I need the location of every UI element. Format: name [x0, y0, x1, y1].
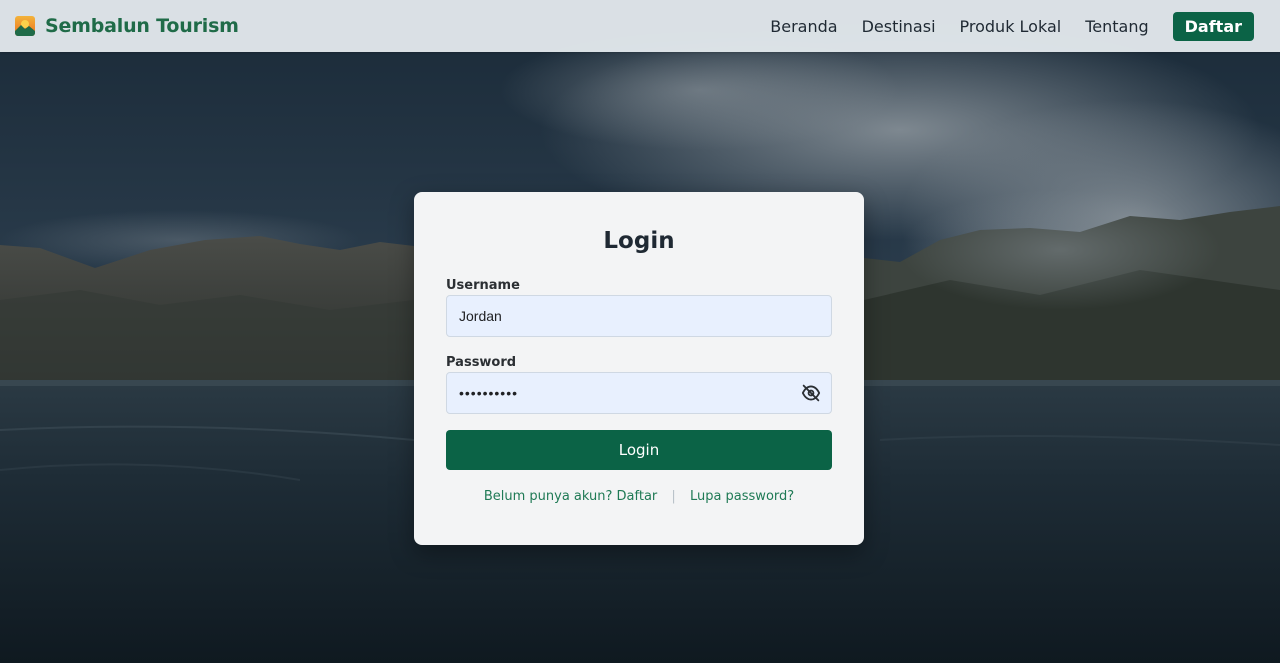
username-label: Username: [446, 278, 520, 293]
register-link[interactable]: Belum punya akun? Daftar: [484, 489, 657, 504]
login-title: Login: [603, 228, 675, 254]
nav-link-destinasi[interactable]: Destinasi: [862, 17, 936, 36]
link-separator: |: [671, 489, 676, 504]
brand-name: Sembalun Tourism: [45, 15, 239, 37]
landscape-logo-icon: [15, 16, 35, 36]
forgot-password-link[interactable]: Lupa password?: [690, 489, 794, 504]
password-field-wrap: [446, 372, 832, 414]
login-card: Login Username Password Login Belum puny…: [414, 192, 864, 545]
register-button[interactable]: Daftar: [1172, 11, 1254, 41]
eye-off-icon[interactable]: [800, 383, 822, 403]
top-navbar: Sembalun Tourism Beranda Destinasi Produ…: [0, 0, 1280, 52]
auth-links-row: Belum punya akun? Daftar | Lupa password…: [446, 489, 832, 504]
username-input[interactable]: [446, 295, 832, 337]
nav-link-tentang[interactable]: Tentang: [1085, 17, 1148, 36]
username-field-wrap: [446, 295, 832, 337]
password-input[interactable]: [446, 372, 832, 414]
password-label: Password: [446, 355, 517, 370]
nav-link-beranda[interactable]: Beranda: [770, 17, 837, 36]
nav-links: Beranda Destinasi Produk Lokal Tentang D…: [770, 11, 1254, 41]
nav-link-produk-lokal[interactable]: Produk Lokal: [960, 17, 1062, 36]
brand-home-link[interactable]: Sembalun Tourism: [15, 15, 239, 37]
login-submit-button[interactable]: Login: [446, 430, 832, 470]
